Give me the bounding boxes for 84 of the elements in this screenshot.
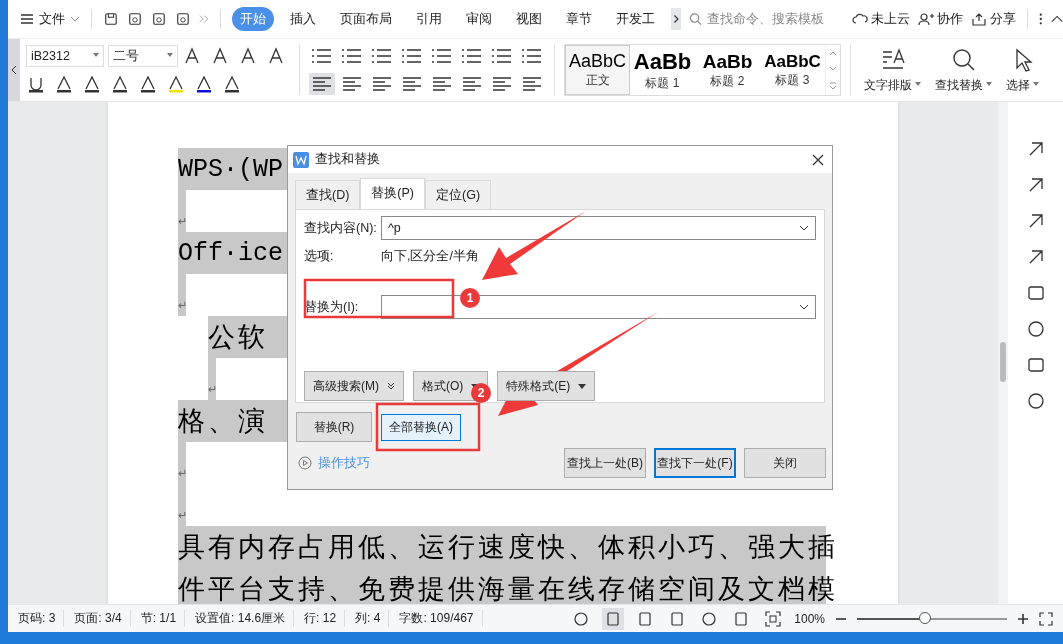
search-icon: [689, 12, 703, 26]
dialog-button[interactable]: 查找上一处(B): [564, 448, 646, 478]
style-preset[interactable]: AaBbC 标题 3: [760, 45, 825, 95]
caret-icon: [578, 383, 587, 389]
status-text: 行: 12: [304, 610, 346, 627]
options-label: 选项:: [304, 248, 335, 265]
status-text: 字数: 109/467: [399, 610, 483, 627]
scroll-down-icon[interactable]: [829, 66, 837, 72]
zoom-slider-thumb[interactable]: [918, 611, 931, 624]
paragraph-mark: ↵: [178, 299, 187, 312]
more-options-icon[interactable]: [1039, 12, 1043, 26]
dialog-title: 查找和替换: [315, 151, 380, 168]
ribbon-tab[interactable]: 引用: [407, 7, 450, 31]
expand-icon[interactable]: [829, 82, 837, 90]
search-icon: [950, 46, 977, 73]
status-text: 节: 1/1: [140, 610, 186, 627]
find-field[interactable]: ^p: [381, 216, 816, 240]
dialog-tab[interactable]: 定位(G): [425, 180, 492, 209]
cloud-icon: [852, 12, 869, 26]
ribbon-tab[interactable]: 章节: [557, 7, 600, 31]
ribbon-tab[interactable]: 页面布局: [331, 7, 400, 31]
style-preset[interactable]: AaBbC 正文: [565, 45, 630, 95]
scroll-up-icon[interactable]: [829, 50, 837, 56]
chevron-icon: [799, 225, 809, 231]
add-user-icon: [918, 12, 935, 26]
scrollbar-thumb[interactable]: [1000, 342, 1006, 382]
document-text: 具有内存占用低、运行速度快、体积小巧、强大插: [178, 531, 838, 564]
options-text: 向下,区分全/半角: [381, 248, 479, 265]
document-text: 公软: [208, 321, 268, 354]
collapse-icon[interactable]: [1050, 15, 1063, 23]
page-view-icon[interactable]: [602, 607, 625, 630]
chevron-right-icon[interactable]: [670, 8, 682, 30]
font-name-dropdown[interactable]: iB2312: [26, 45, 104, 67]
style-preset[interactable]: AaBb 标题 1: [630, 45, 695, 95]
play-icon: [298, 456, 312, 470]
style-preset[interactable]: AaBb 标题 2: [695, 45, 760, 95]
replace-button[interactable]: 全部替换(A): [381, 413, 461, 441]
save-icon[interactable]: [103, 11, 118, 27]
double-caret-icon: [387, 382, 395, 390]
select-tool-button[interactable]: 选择: [1002, 46, 1043, 94]
find-tool-button[interactable]: 查找替换: [931, 46, 996, 94]
fullscreen-icon[interactable]: [1039, 611, 1053, 626]
replace-field[interactable]: [381, 295, 816, 319]
chevron-icon: [799, 304, 809, 310]
status-text: 页码: 3: [18, 610, 65, 627]
dialog-tab[interactable]: 替换(P): [360, 178, 426, 209]
share-icon: [971, 12, 988, 26]
status-text: 列: 4: [355, 610, 390, 627]
dialog-button[interactable]: 查找下一处(F): [654, 448, 736, 478]
document-text: 格、演: [178, 405, 268, 438]
document-text: Off·ice: [178, 238, 284, 268]
field-label: 查找内容(N):: [304, 219, 378, 237]
chevron-icon: [70, 16, 80, 22]
dialog-tab[interactable]: 查找(D): [295, 180, 361, 209]
ribbon-tab[interactable]: 插入: [281, 7, 324, 31]
align-left-icon[interactable]: [309, 73, 335, 95]
font-size-dropdown[interactable]: 二号: [108, 45, 178, 67]
document-text: WPS·(WP: [178, 154, 284, 184]
advanced-search-button[interactable]: 高级搜索(M): [304, 371, 404, 401]
paragraph-mark: ↵: [208, 383, 217, 396]
status-text: 页面: 3/4: [74, 610, 131, 627]
share-button[interactable]: 分享: [971, 10, 1017, 28]
paragraph-mark: ↵: [178, 467, 187, 480]
dialog-button[interactable]: 关闭: [744, 448, 826, 478]
field-label: 替换为(I):: [304, 298, 360, 316]
chevron-left-icon: [11, 65, 17, 75]
layout-tool-button[interactable]: 文字排版: [860, 46, 925, 94]
replace-button[interactable]: 替换(R): [296, 412, 372, 442]
close-icon[interactable]: [812, 153, 824, 166]
ribbon-tab[interactable]: 开发工: [607, 7, 663, 31]
app-logo-icon: [293, 151, 309, 168]
zoom-dropdown[interactable]: 100%: [794, 611, 825, 626]
menu-icon: [20, 13, 34, 25]
status-text: 设置值: 14.6厘米: [195, 610, 295, 627]
document-text: 件平台支持、免费提供海量在线存储空间及文档模: [178, 573, 838, 604]
zoom-in-icon[interactable]: [1017, 612, 1029, 625]
paragraph-mark: ↵: [178, 509, 187, 522]
dropdown-button[interactable]: 特殊格式(E): [497, 371, 596, 401]
cloud-button[interactable]: 未上云: [852, 10, 911, 28]
paragraph-mark: ↵: [178, 215, 187, 228]
collab-button[interactable]: 协作: [918, 10, 964, 28]
ribbon-tab[interactable]: 视图: [507, 7, 550, 31]
ribbon-tab[interactable]: 审阅: [457, 7, 500, 31]
file-menu[interactable]: 文件: [20, 10, 80, 28]
